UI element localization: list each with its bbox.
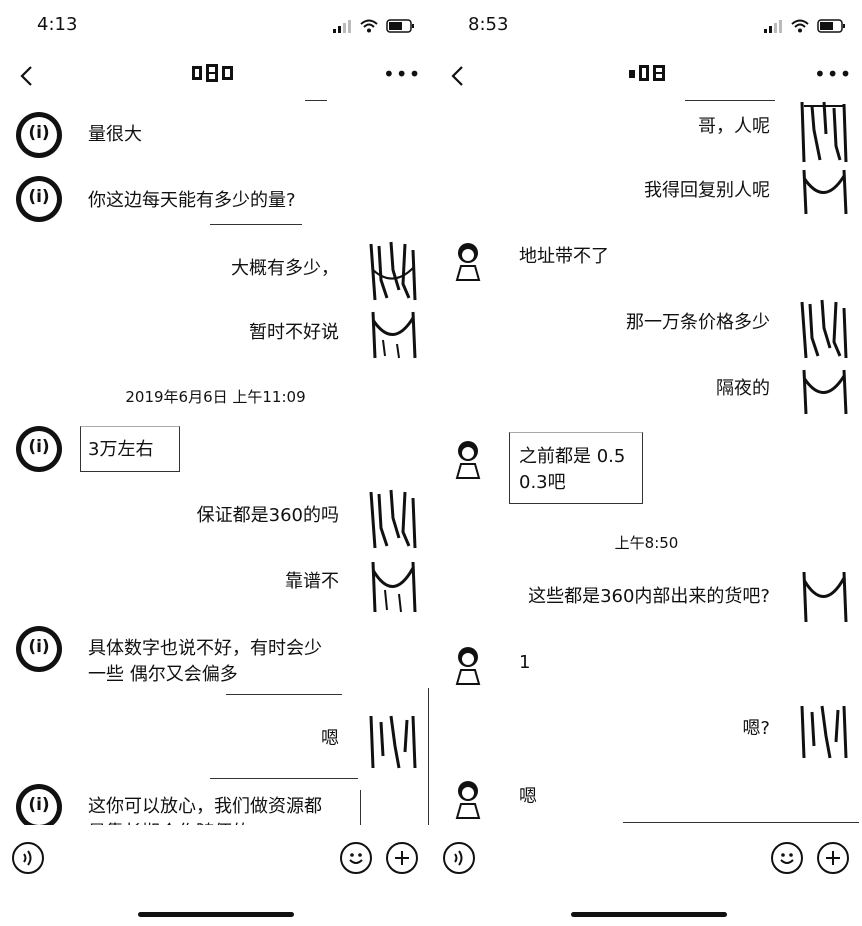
message-incoming: 1 bbox=[519, 652, 531, 673]
divider bbox=[305, 100, 327, 101]
signal-icon bbox=[333, 20, 351, 33]
message-outgoing: 靠谱不 bbox=[285, 571, 339, 592]
divider bbox=[210, 778, 358, 779]
message-bubble bbox=[360, 790, 429, 825]
message-outgoing: 大概有多少， bbox=[231, 258, 339, 279]
battery-icon bbox=[817, 19, 845, 33]
sticker-image[interactable] bbox=[369, 488, 417, 550]
sticker-image[interactable] bbox=[369, 240, 417, 302]
message-list: 哥，人呢 我得回复别人呢 地址带不了 那一万条价格多少 隔夜的 之前都是 0.5… bbox=[431, 100, 862, 825]
message-incoming: 嗯 bbox=[519, 786, 537, 807]
timestamp: 上午8:50 bbox=[614, 534, 679, 552]
right-chat-screen: 8:53 ••• 哥，人呢 我得回复别人呢 地址带不了 那一万条价格多少 隔夜的… bbox=[431, 0, 862, 926]
sticker-image[interactable] bbox=[369, 560, 417, 614]
avatar[interactable] bbox=[451, 778, 485, 820]
voice-icon[interactable] bbox=[443, 842, 475, 874]
message-outgoing: 那一万条价格多少 bbox=[626, 312, 770, 333]
avatar[interactable] bbox=[16, 626, 62, 672]
status-time: 4:13 bbox=[37, 14, 78, 35]
input-bar bbox=[0, 828, 431, 888]
sticker-image[interactable] bbox=[800, 570, 848, 624]
divider bbox=[210, 224, 302, 225]
avatar[interactable] bbox=[16, 426, 62, 472]
message-incoming: 之前都是 0.5 0.3吧 bbox=[519, 446, 626, 493]
message-outgoing: 保证都是360的吗 bbox=[196, 505, 339, 526]
sticker-image[interactable] bbox=[800, 702, 848, 760]
message-incoming: 3万左右 bbox=[88, 439, 154, 460]
more-icon[interactable]: ••• bbox=[814, 64, 851, 84]
status-icons bbox=[764, 19, 845, 33]
message-incoming: 地址带不了 bbox=[519, 246, 609, 267]
signal-icon bbox=[764, 20, 782, 33]
message-incoming: 量很大 bbox=[88, 124, 142, 145]
emoji-icon[interactable] bbox=[340, 842, 372, 874]
message-outgoing: 这些都是360内部出来的货吧? bbox=[528, 586, 770, 607]
message-outgoing: 哥，人呢 bbox=[698, 116, 770, 137]
status-time: 8:53 bbox=[468, 14, 509, 35]
message-outgoing: 嗯? bbox=[742, 718, 770, 739]
wifi-icon bbox=[360, 19, 378, 33]
message-outgoing: 我得回复别人呢 bbox=[644, 180, 770, 201]
message-outgoing: 隔夜的 bbox=[716, 378, 770, 399]
back-icon[interactable] bbox=[447, 64, 471, 88]
divider bbox=[623, 822, 859, 823]
sticker-image[interactable] bbox=[369, 712, 417, 770]
status-icons bbox=[333, 19, 414, 33]
battery-icon bbox=[386, 19, 414, 33]
timestamp: 2019年6月6日 上午11:09 bbox=[125, 388, 306, 406]
message-incoming: 这你可以放心，我们做资源都 是靠长期合作随便的 bbox=[88, 796, 322, 825]
home-indicator bbox=[138, 912, 294, 917]
avatar[interactable] bbox=[16, 784, 62, 825]
avatar[interactable] bbox=[451, 438, 485, 480]
voice-icon[interactable] bbox=[12, 842, 44, 874]
plus-icon[interactable] bbox=[817, 842, 849, 874]
chat-title-redacted bbox=[629, 65, 665, 81]
back-icon[interactable] bbox=[16, 64, 40, 88]
message-outgoing: 暂时不好说 bbox=[249, 322, 339, 343]
home-indicator bbox=[571, 912, 727, 917]
avatar[interactable] bbox=[451, 644, 485, 686]
chat-title-redacted bbox=[192, 64, 233, 82]
wifi-icon bbox=[791, 19, 809, 33]
message-incoming: 具体数字也说不好，有时会少 一些 偶尔又会偏多 bbox=[88, 638, 322, 685]
emoji-icon[interactable] bbox=[771, 842, 803, 874]
divider bbox=[685, 100, 775, 101]
divider bbox=[226, 694, 342, 695]
message-incoming: 你这边每天能有多少的量? bbox=[88, 190, 296, 211]
sticker-image[interactable] bbox=[800, 298, 848, 360]
sticker-image[interactable] bbox=[800, 100, 848, 164]
left-chat-screen: 4:13 ••• 量很大 你这边每天能有多少的量? 大概有多少， 暂时不好说 2… bbox=[0, 0, 431, 926]
more-icon[interactable]: ••• bbox=[383, 64, 420, 84]
message-list: 量很大 你这边每天能有多少的量? 大概有多少， 暂时不好说 2019年6月6日 … bbox=[0, 100, 431, 825]
sticker-image[interactable] bbox=[800, 368, 848, 416]
avatar[interactable] bbox=[16, 112, 62, 158]
avatar[interactable] bbox=[451, 240, 485, 282]
message-outgoing: 嗯 bbox=[321, 728, 339, 749]
avatar[interactable] bbox=[16, 176, 62, 222]
input-bar bbox=[431, 828, 862, 888]
plus-icon[interactable] bbox=[386, 842, 418, 874]
sticker-image[interactable] bbox=[800, 168, 848, 216]
sticker-image[interactable] bbox=[369, 310, 417, 360]
